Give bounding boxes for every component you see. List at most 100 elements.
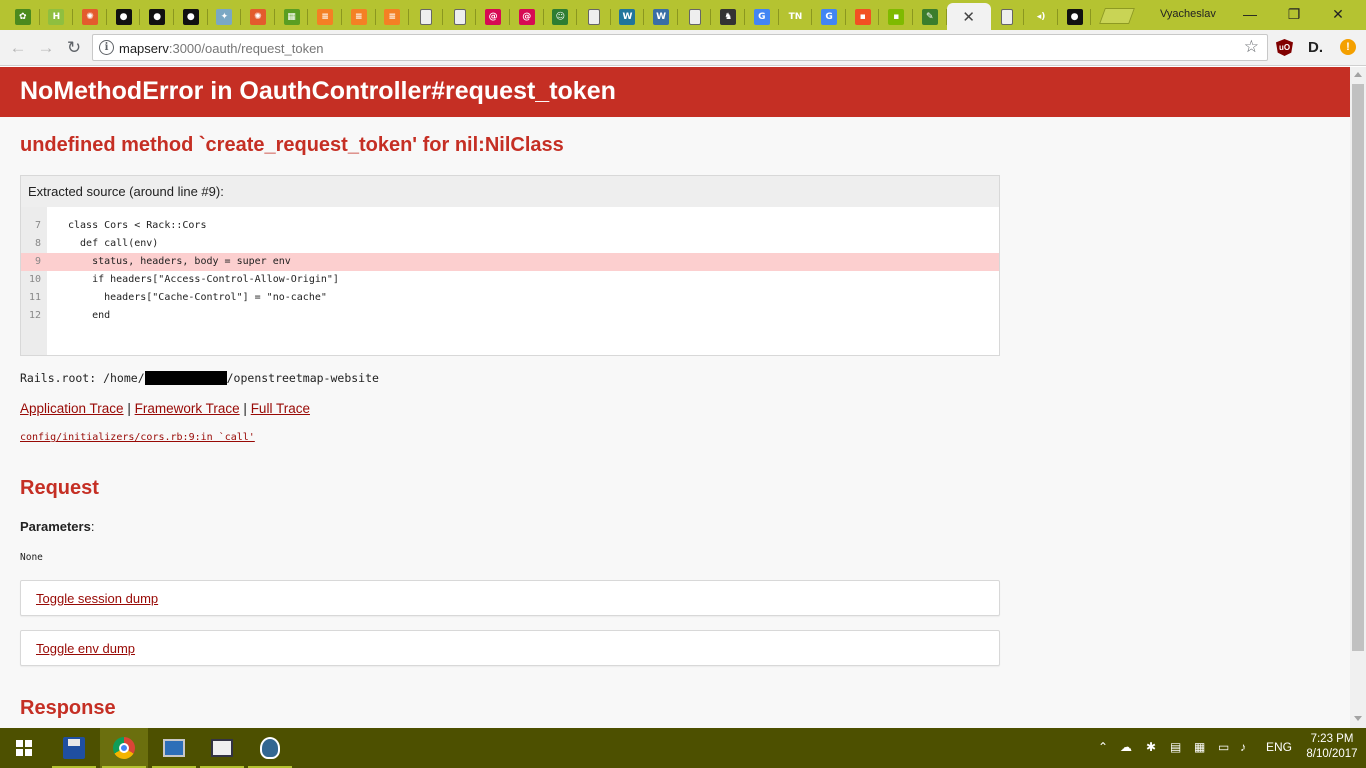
toggle-session-dump-link[interactable]: Toggle session dump xyxy=(36,591,158,606)
browser-tab[interactable]: ● xyxy=(107,3,141,30)
scrollbar-thumb[interactable] xyxy=(1352,84,1364,651)
d-extension-icon[interactable]: D. xyxy=(1307,39,1324,56)
browser-tab[interactable] xyxy=(678,3,712,30)
active-browser-tab[interactable]: ✕ xyxy=(946,3,991,30)
browser-tab[interactable]: ● xyxy=(174,3,208,30)
taskbar-save-app[interactable] xyxy=(50,728,98,768)
browser-tab[interactable] xyxy=(443,3,477,30)
browser-tab[interactable]: ● xyxy=(140,3,174,30)
parameters-label-text: Parameters xyxy=(20,519,91,534)
browser-tab[interactable]: W xyxy=(611,3,645,30)
battery-icon[interactable]: ▭ xyxy=(1218,740,1229,754)
page-icon xyxy=(587,8,600,25)
browser-tab[interactable]: ☺ xyxy=(544,3,578,30)
browser-tab[interactable] xyxy=(991,3,1025,30)
browser-tab[interactable]: ≡ xyxy=(342,3,376,30)
system-clock[interactable]: 7:23 PM 8/10/2017 xyxy=(1306,732,1358,762)
line-number: 8 xyxy=(34,238,41,249)
browser-tab[interactable]: @ xyxy=(476,3,510,30)
browser-tab[interactable]: ✎ xyxy=(913,3,947,30)
network-icon[interactable]: ▤ xyxy=(1170,740,1181,754)
taskbar-network-app[interactable] xyxy=(198,728,246,768)
info-icon[interactable]: i xyxy=(99,40,114,55)
minimize-button[interactable]: — xyxy=(1228,4,1272,24)
browser-tab[interactable]: TN xyxy=(779,3,813,30)
browser-tab[interactable]: G xyxy=(745,3,779,30)
line-code: class Cors < Rack::Cors xyxy=(68,220,207,231)
warning-extension-icon[interactable]: ! xyxy=(1340,39,1356,55)
line-code: headers["Cache-Control"] = "no-cache" xyxy=(68,292,327,303)
browser-tab[interactable] xyxy=(577,3,611,30)
computer-icon xyxy=(163,739,185,757)
osm-edit-icon: ▦ xyxy=(283,8,300,25)
volume-icon[interactable]: ♪ xyxy=(1240,740,1246,754)
google-icon: G xyxy=(821,8,838,25)
tray-overflow-icon[interactable]: ⌃ xyxy=(1098,740,1108,754)
browser-tab[interactable]: ≡ xyxy=(376,3,410,30)
start-button[interactable] xyxy=(0,728,48,768)
taskbar-postgres[interactable] xyxy=(246,728,294,768)
browser-tab[interactable]: H xyxy=(40,3,74,30)
browser-tab[interactable]: ✦ xyxy=(208,3,242,30)
h-icon: H xyxy=(48,8,65,25)
new-tab-button[interactable] xyxy=(1099,8,1135,24)
wikipedia-icon: W xyxy=(653,8,670,25)
browser-tab[interactable]: @ xyxy=(510,3,544,30)
windows-taskbar: ⌃ ☁ ✱ ▤ ▦ ▭ ♪ ENG 7:23 PM 8/10/2017 xyxy=(0,728,1366,768)
browser-tab[interactable]: ✺ xyxy=(73,3,107,30)
osm-icon: ✦ xyxy=(216,8,233,25)
back-arrow-icon[interactable]: ← xyxy=(7,37,29,59)
owl-icon: ☺ xyxy=(552,8,569,25)
browser-tab[interactable]: ✿ xyxy=(6,3,40,30)
application-trace-link[interactable]: Application Trace xyxy=(20,401,124,416)
debian-icon: @ xyxy=(518,8,535,25)
source-code: 7 class Cors < Rack::Cors 8 def call(env) 9… xyxy=(21,207,999,355)
bookmark-star-icon[interactable]: ☆ xyxy=(1244,37,1259,57)
reload-icon[interactable]: ↻ xyxy=(63,37,85,59)
page-icon xyxy=(688,8,701,25)
audio-icon: ◂) xyxy=(1033,8,1050,25)
url-text[interactable]: mapserv:3000/oauth/request_token xyxy=(119,41,324,56)
restore-button[interactable]: ❐ xyxy=(1272,4,1316,24)
browser-tab[interactable]: ◂) xyxy=(1024,3,1058,30)
framework-trace-link[interactable]: Framework Trace xyxy=(135,401,240,416)
keyboard-icon[interactable]: ▦ xyxy=(1194,740,1205,754)
trace-links: Application Trace | Framework Trace | Fu… xyxy=(20,401,310,416)
github-icon: ● xyxy=(149,8,166,25)
tab-list: ✿ H ✺ ● ● ● ✦ ✺ ▦ ≡ ≡ ≡ @ @ ☺ W W ♞ G TN G ▪ ▪ ✎ ✕ ◂) ● xyxy=(6,3,1092,30)
taskbar-chrome[interactable] xyxy=(100,728,148,768)
browser-tab[interactable]: ✺ xyxy=(241,3,275,30)
gnu-icon: ♞ xyxy=(720,8,737,25)
onedrive-icon[interactable]: ☁ xyxy=(1120,740,1132,754)
browser-tab[interactable]: ▦ xyxy=(275,3,309,30)
tab-close-icon[interactable]: ✕ xyxy=(962,8,975,26)
address-bar[interactable]: i mapserv:3000/oauth/request_token ☆ xyxy=(92,34,1268,61)
page-viewport: NoMethodError in OauthController#request… xyxy=(0,67,1350,728)
ublock-extension-icon[interactable]: uO xyxy=(1276,39,1293,56)
scroll-down-arrow-icon[interactable] xyxy=(1354,716,1362,721)
browser-tab[interactable]: ▪ xyxy=(846,3,880,30)
browser-tab[interactable]: G xyxy=(812,3,846,30)
scroll-up-arrow-icon[interactable] xyxy=(1354,72,1362,77)
forward-arrow-icon[interactable]: → xyxy=(35,37,57,59)
bluetooth-icon[interactable]: ✱ xyxy=(1146,740,1156,754)
language-indicator[interactable]: ENG xyxy=(1266,740,1292,754)
close-window-button[interactable]: ✕ xyxy=(1316,4,1360,24)
trace-line-link[interactable]: config/initializers/cors.rb:9:in `call' xyxy=(20,432,255,443)
rails-root-prefix: Rails.root: /home/ xyxy=(20,371,145,385)
toggle-env-dump-link[interactable]: Toggle env dump xyxy=(36,641,135,656)
page-scrollbar[interactable] xyxy=(1350,67,1366,728)
full-trace-link[interactable]: Full Trace xyxy=(251,401,310,416)
browser-tab[interactable]: ▪ xyxy=(879,3,913,30)
browser-tab[interactable]: W xyxy=(644,3,678,30)
profile-name[interactable]: Vyacheslav xyxy=(1160,8,1216,20)
browser-tab[interactable] xyxy=(409,3,443,30)
floppy-disk-icon xyxy=(63,737,85,759)
browser-tab[interactable]: ♞ xyxy=(711,3,745,30)
rails-root-suffix: /openstreetmap-website xyxy=(226,371,379,385)
line-number: 7 xyxy=(34,220,41,231)
browser-tab[interactable]: ● xyxy=(1058,3,1092,30)
response-heading: Response xyxy=(20,697,116,719)
browser-tab[interactable]: ≡ xyxy=(308,3,342,30)
taskbar-remote-desktop[interactable] xyxy=(150,728,198,768)
